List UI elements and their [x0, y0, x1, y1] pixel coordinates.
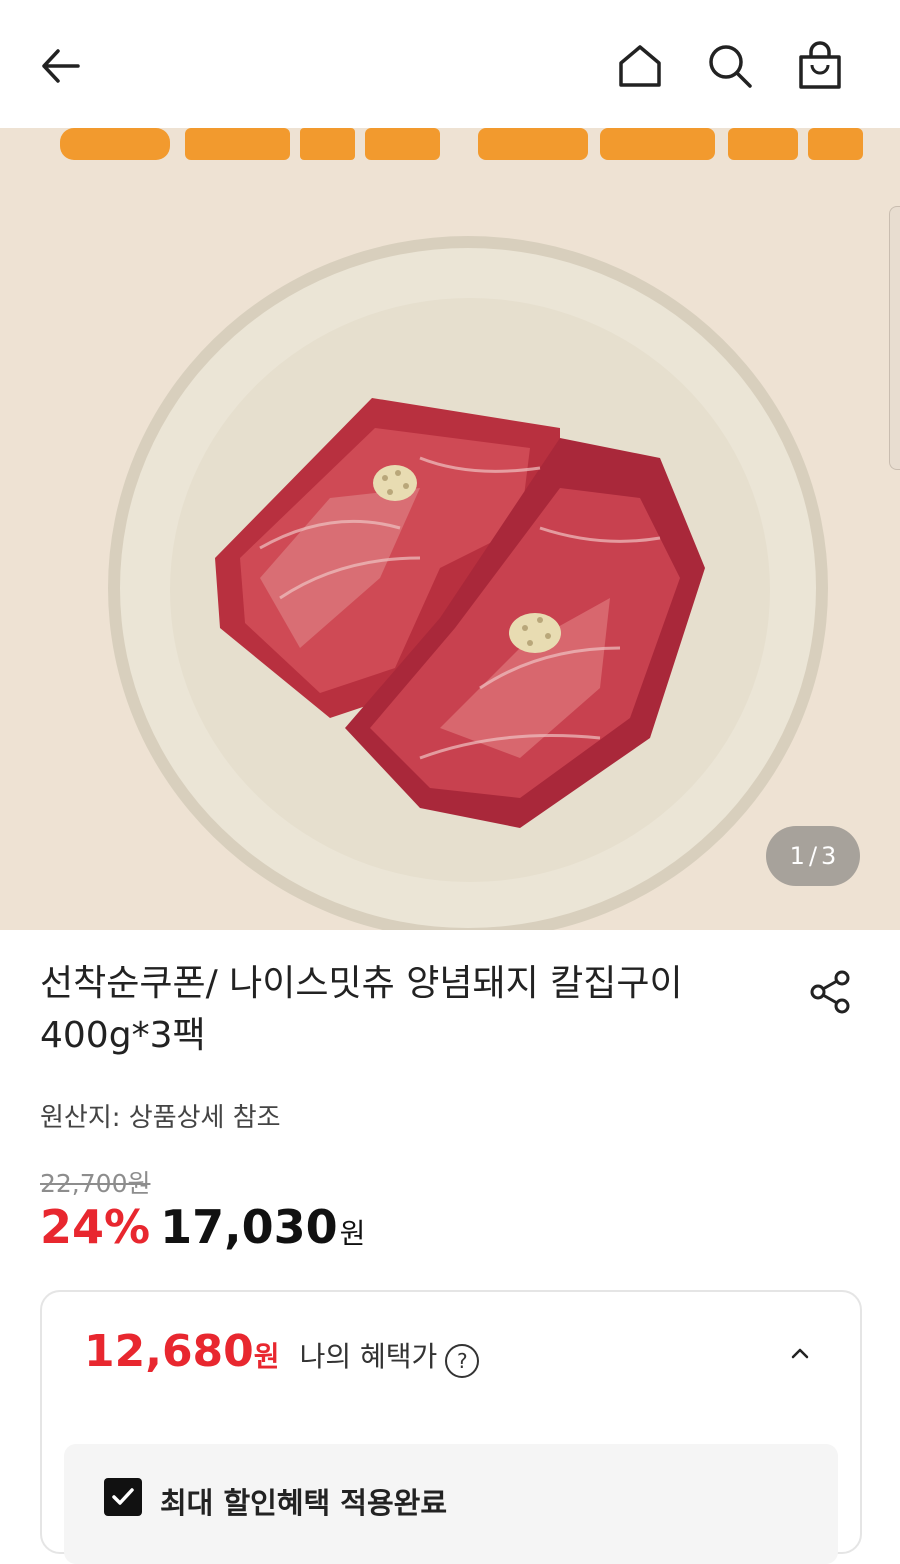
share-icon [810, 970, 850, 1014]
applied-benefit-row: 최대 할인혜택 적용완료 [64, 1444, 838, 1564]
sale-price-currency: 원 [339, 1217, 366, 1250]
applied-checkbox[interactable] [104, 1478, 142, 1516]
benefit-header[interactable]: 12,680 원 나의 혜택가 ? [84, 1326, 480, 1378]
discount-rate: 24% [40, 1200, 151, 1254]
search-button[interactable] [700, 36, 760, 96]
cart-button[interactable] [790, 36, 850, 96]
origin-info: 원산지: 상품상세 참조 [40, 1103, 281, 1133]
sale-price: 17,030 [160, 1200, 338, 1254]
chevron-up-icon [791, 1348, 809, 1359]
top-bar [0, 0, 900, 128]
benefit-panel: 12,680 원 나의 혜택가 ? 최대 할인혜택 적용완료 [40, 1290, 862, 1564]
counter-total: 3 [821, 842, 837, 870]
home-icon [619, 45, 661, 87]
counter-separator: / [808, 842, 818, 870]
home-button[interactable] [610, 36, 670, 96]
product-image-gallery[interactable]: 1 / 3 [0, 128, 900, 930]
benefit-label: 나의 혜택가 [299, 1340, 438, 1373]
price-row: 24% 17,030 원 [40, 1200, 365, 1254]
image-counter: 1 / 3 [766, 826, 860, 886]
counter-current: 1 [789, 842, 805, 870]
share-button[interactable] [800, 962, 860, 1022]
applied-benefit-label: 최대 할인혜택 적용완료 [160, 1486, 447, 1520]
search-icon [709, 45, 752, 88]
original-price: 22,700원 [40, 1169, 151, 1198]
collapse-button[interactable] [780, 1334, 820, 1374]
shopping-bag-icon [799, 41, 841, 89]
back-button[interactable] [30, 36, 90, 96]
arrow-left-icon [42, 49, 80, 83]
benefit-currency: 원 [253, 1340, 280, 1373]
check-icon [112, 1488, 134, 1505]
help-icon[interactable]: ? [445, 1344, 480, 1378]
product-title: 선착순쿠폰/ 나이스밋츄 양념돼지 칼집구이 400g*3팩 [40, 963, 683, 1056]
scroll-handle[interactable] [889, 206, 900, 470]
benefit-price: 12,680 [84, 1326, 254, 1377]
product-photo [0, 128, 900, 930]
